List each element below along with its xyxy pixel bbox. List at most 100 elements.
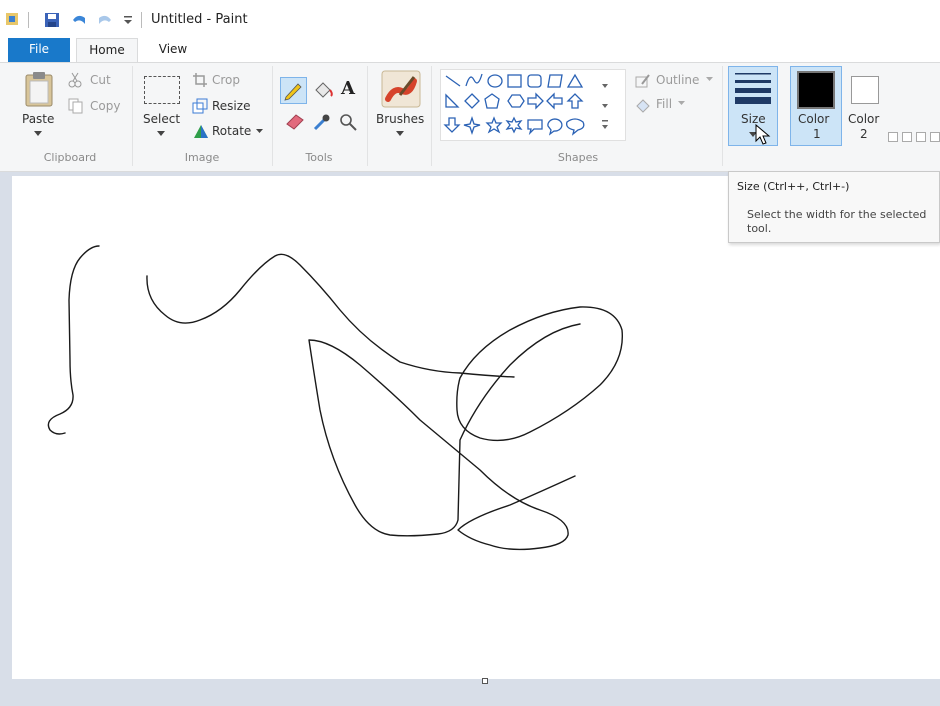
outline-dropdown-icon[interactable]	[706, 77, 713, 82]
select-button[interactable]: Select	[143, 112, 180, 126]
hexagon-shape-icon	[507, 94, 525, 108]
rounded-rectangle-shape-icon	[527, 74, 542, 88]
rotate-button[interactable]: Rotate	[212, 124, 251, 138]
color2-button[interactable]: Color	[848, 112, 879, 126]
copy-button[interactable]: Copy	[90, 99, 120, 113]
color1-number: 1	[813, 127, 821, 141]
curve-shape-icon	[465, 73, 483, 87]
triangle-shape-icon	[566, 73, 584, 88]
up-arrow-shape-icon	[566, 93, 584, 109]
gallery-more-icon	[602, 120, 608, 122]
line-shape-icon	[445, 75, 461, 87]
window-title: Untitled - Paint	[151, 12, 248, 27]
clipboard-group-label: Clipboard	[43, 151, 97, 164]
palette-color-swatch[interactable]	[888, 132, 898, 142]
color-picker-icon[interactable]	[312, 112, 332, 132]
cut-icon[interactable]	[68, 72, 82, 88]
shapes-gallery-icons	[443, 73, 608, 136]
paste-button[interactable]: Paste	[22, 112, 54, 126]
six-point-star-shape-icon	[505, 116, 523, 134]
fill-icon[interactable]	[634, 97, 652, 113]
image-group-label: Image	[184, 151, 220, 164]
tools-group-label: Tools	[305, 151, 333, 164]
shapes-group-label: Shapes	[557, 151, 599, 164]
gallery-up-icon	[602, 84, 608, 88]
crop-icon[interactable]	[192, 72, 208, 88]
size-tooltip: Size (Ctrl++, Ctrl+-) Select the width f…	[728, 171, 940, 243]
stroke-loop	[308, 323, 581, 551]
mouse-cursor-icon	[755, 123, 771, 145]
outline-icon[interactable]	[634, 73, 652, 89]
customize-toolbar-icon[interactable]	[122, 14, 134, 26]
group-divider	[431, 66, 432, 166]
right-arrow-shape-icon	[527, 92, 544, 110]
color2-swatch[interactable]	[851, 76, 879, 104]
group-divider	[367, 66, 368, 166]
palette-color-swatch[interactable]	[916, 132, 926, 142]
rotate-icon[interactable]	[192, 123, 210, 139]
title-divider	[141, 12, 142, 28]
group-divider	[132, 66, 133, 166]
outline-button[interactable]: Outline	[656, 73, 699, 87]
resize-button[interactable]: Resize	[212, 99, 250, 113]
copy-icon[interactable]	[68, 98, 84, 114]
fill-bucket-icon[interactable]	[312, 80, 334, 100]
tab-file[interactable]: File	[8, 38, 70, 62]
rect-callout-shape-icon	[527, 119, 543, 136]
rotate-dropdown-icon[interactable]	[256, 129, 263, 134]
select-icon[interactable]	[144, 76, 180, 104]
color1-label: Color	[798, 112, 830, 126]
size-lines-icon	[735, 73, 771, 104]
magnifier-icon[interactable]	[338, 112, 358, 132]
oval-callout-shape-icon	[547, 118, 563, 136]
brushes-dropdown-icon[interactable]	[396, 131, 404, 137]
select-dropdown-icon[interactable]	[157, 131, 165, 137]
save-icon[interactable]	[44, 12, 60, 28]
fill-dropdown-icon[interactable]	[678, 101, 685, 106]
eraser-icon[interactable]	[284, 112, 306, 130]
fill-button[interactable]: Fill	[656, 97, 672, 111]
paste-icon[interactable]	[24, 70, 54, 108]
five-point-star-shape-icon	[485, 116, 503, 134]
tooltip-title: Size (Ctrl++, Ctrl+-)	[737, 180, 850, 193]
stroke-oval	[456, 306, 624, 442]
tooltip-description-line2: tool.	[747, 222, 772, 235]
color2-number: 2	[860, 127, 868, 141]
pencil-tool-button[interactable]	[280, 77, 307, 104]
color1-swatch	[797, 71, 835, 109]
pencil-icon	[284, 83, 302, 101]
pentagon-shape-icon	[484, 93, 500, 109]
redo-icon[interactable]	[96, 12, 114, 28]
oval-shape-icon	[487, 74, 503, 88]
cut-button[interactable]: Cut	[90, 73, 111, 87]
gallery-down-icon	[602, 104, 608, 108]
rectangle-shape-icon	[507, 74, 522, 88]
freehand-drawing	[47, 245, 624, 551]
palette-color-swatch[interactable]	[902, 132, 912, 142]
cloud-callout-shape-icon	[566, 118, 585, 136]
diamond-shape-icon	[464, 93, 480, 109]
title-divider	[28, 12, 29, 28]
brushes-icon[interactable]	[380, 69, 422, 109]
canvas-resize-handle[interactable]	[482, 678, 488, 684]
paint-app-icon[interactable]	[4, 10, 20, 28]
paste-dropdown-icon[interactable]	[34, 131, 42, 137]
left-arrow-shape-icon	[546, 92, 563, 110]
resize-icon[interactable]	[192, 98, 208, 114]
undo-icon[interactable]	[70, 12, 88, 28]
text-tool-button[interactable]: A	[341, 78, 355, 99]
four-point-star-shape-icon	[463, 115, 481, 136]
ribbon-tabs: File Home View	[0, 38, 940, 62]
stroke-wave	[146, 253, 515, 378]
tab-home[interactable]: Home	[76, 38, 138, 62]
polygon-shape-icon	[547, 74, 563, 88]
group-divider	[722, 66, 723, 166]
brushes-button[interactable]: Brushes	[376, 112, 424, 126]
tab-view[interactable]: View	[146, 38, 200, 62]
palette-color-swatch[interactable]	[930, 132, 940, 142]
right-triangle-shape-icon	[445, 93, 460, 108]
crop-button[interactable]: Crop	[212, 73, 240, 87]
group-divider	[272, 66, 273, 166]
drawing-canvas[interactable]	[12, 176, 940, 679]
tooltip-description-line1: Select the width for the selected	[747, 208, 927, 221]
